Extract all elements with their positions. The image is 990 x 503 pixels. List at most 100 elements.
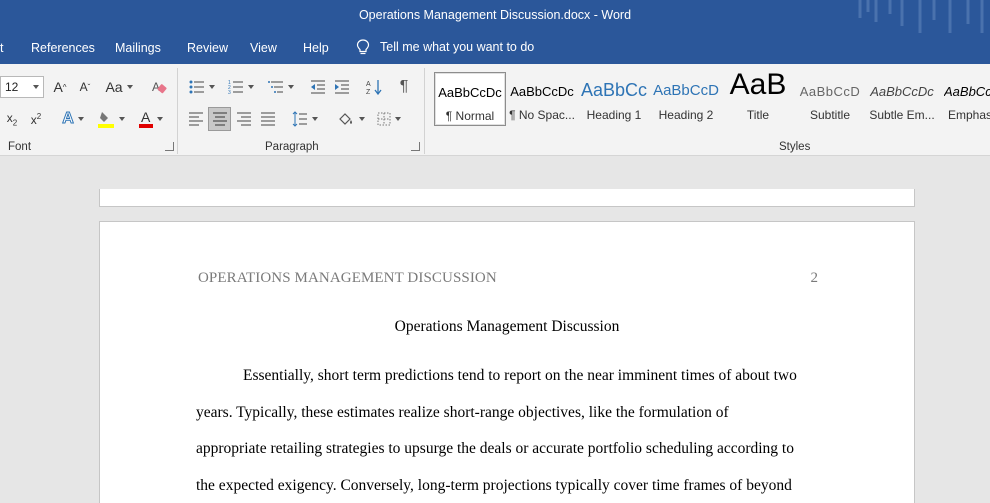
align-center-icon xyxy=(212,112,227,126)
change-case-glyph: Aa xyxy=(105,79,123,95)
group-divider xyxy=(424,68,425,154)
style-preview: AaBbCcD xyxy=(799,84,861,99)
font-color-icon: A xyxy=(139,109,153,128)
tab-references[interactable]: References xyxy=(31,41,95,55)
document-page[interactable]: OPERATIONS MANAGEMENT DISCUSSION 2 Opera… xyxy=(99,221,915,503)
sort-az-icon: A Z xyxy=(366,80,382,95)
style-preview: AaBbCcDc xyxy=(870,84,934,99)
font-group-label: Font xyxy=(8,141,32,153)
ribbon-tabs: t References Mailings Review View Help T… xyxy=(0,33,990,64)
paragraph-line: Essentially, short term predictions tend… xyxy=(243,367,797,384)
change-case-button[interactable]: Aa xyxy=(102,76,136,98)
font-size-value: 12 xyxy=(5,80,19,94)
style-name: Emphasis xyxy=(948,108,990,122)
show-formatting-button[interactable]: ¶ xyxy=(394,76,414,98)
text-effects-icon: A xyxy=(62,110,75,128)
sort-button[interactable]: A Z xyxy=(364,76,384,98)
shrink-font-button[interactable]: Aˇ xyxy=(75,76,95,98)
page-header: OPERATIONS MANAGEMENT DISCUSSION xyxy=(198,270,497,286)
decrease-indent-icon xyxy=(311,80,325,94)
superscript-icon: x2 xyxy=(30,111,42,127)
svg-text:A: A xyxy=(152,80,160,94)
document-title: Operations Management Discussion xyxy=(394,318,620,335)
tab-view[interactable]: View xyxy=(250,41,277,55)
previous-page-bottom xyxy=(99,189,915,207)
style-name: Subtitle xyxy=(809,108,851,122)
svg-text:A: A xyxy=(366,81,371,88)
numbered-list-icon: 1 2 3 xyxy=(228,80,243,94)
align-left-icon xyxy=(189,112,203,126)
highlighter-icon xyxy=(98,112,114,128)
justify-button[interactable] xyxy=(258,108,278,130)
font-color-button[interactable]: A xyxy=(134,108,168,130)
style-preview: AaBbCc xyxy=(944,84,990,99)
justify-icon xyxy=(261,112,275,126)
page-number: 2 xyxy=(810,270,819,286)
superscript-button[interactable]: x2 xyxy=(26,108,46,130)
window-title: Operations Management Discussion.docx - … xyxy=(358,8,632,22)
font-color-glyph: A xyxy=(141,109,151,125)
align-left-button[interactable] xyxy=(186,108,206,130)
align-right-button[interactable] xyxy=(234,108,254,130)
paragraph-dialog-launcher[interactable] xyxy=(411,142,420,151)
style-heading-1[interactable]: AaBbCc Heading 1 xyxy=(578,72,650,126)
style-name: Title xyxy=(746,108,770,122)
svg-text:Z: Z xyxy=(366,89,371,95)
numbering-button[interactable]: 1 2 3 xyxy=(224,76,258,98)
font-size-dropdown[interactable]: 12 xyxy=(0,76,44,98)
grow-font-button[interactable]: A ^ xyxy=(50,76,70,98)
clear-formatting-button[interactable]: A xyxy=(148,76,170,98)
title-bar: Operations Management Discussion.docx - … xyxy=(0,0,990,33)
style-no-spacing[interactable]: AaBbCcDc ¶ No Spac... xyxy=(506,72,578,126)
tell-me-search[interactable]: Tell me what you want to do xyxy=(356,39,534,55)
decrease-indent-button[interactable] xyxy=(308,76,328,98)
document-canvas[interactable]: OPERATIONS MANAGEMENT DISCUSSION 2 Opera… xyxy=(0,157,990,503)
style-preview: AaBbCcDc xyxy=(438,85,502,100)
style-name: ¶ Normal xyxy=(445,109,495,123)
style-heading-2[interactable]: AaBbCcD Heading 2 xyxy=(650,72,722,126)
bullets-button[interactable] xyxy=(186,76,218,98)
multilevel-list-button[interactable] xyxy=(264,76,298,98)
style-subtitle[interactable]: AaBbCcD Subtitle xyxy=(794,72,866,126)
tab-help[interactable]: Help xyxy=(303,41,329,55)
borders-button[interactable] xyxy=(372,108,406,130)
tab-review[interactable]: Review xyxy=(187,41,228,55)
tell-me-text: Tell me what you want to do xyxy=(380,40,535,54)
style-normal[interactable]: AaBbCcDc ¶ Normal xyxy=(434,72,506,126)
font-dialog-launcher[interactable] xyxy=(165,142,174,151)
paragraph-line: appropriate retailing strategies to upsu… xyxy=(196,440,794,457)
group-divider xyxy=(177,68,178,154)
paragraph-line: the expected exigency. Conversely, long-… xyxy=(196,477,792,494)
style-preview: AaBbCcD xyxy=(653,82,719,99)
style-subtle-emphasis[interactable]: AaBbCcDc Subtle Em... xyxy=(866,72,938,126)
title-bar-pattern xyxy=(858,0,984,33)
style-name: Heading 2 xyxy=(658,108,714,122)
subscript-button[interactable]: x2 xyxy=(2,108,22,130)
style-name: ¶ No Spac... xyxy=(509,108,575,122)
align-center-button[interactable] xyxy=(208,107,231,131)
style-preview: AaBbCcDc xyxy=(510,84,574,99)
style-title[interactable]: AaB Title xyxy=(722,68,794,126)
pilcrow-icon: ¶ xyxy=(399,78,409,95)
borders-icon xyxy=(377,112,391,126)
tab-mailings[interactable]: Mailings xyxy=(115,41,161,55)
increase-indent-button[interactable] xyxy=(332,76,352,98)
style-emphasis[interactable]: AaBbCc Emphasis xyxy=(938,72,990,126)
line-spacing-button[interactable] xyxy=(288,108,322,130)
shading-button[interactable] xyxy=(334,108,368,130)
bullet-list-icon xyxy=(189,80,204,94)
lightbulb-icon xyxy=(356,39,370,55)
increase-indent-icon xyxy=(335,80,349,94)
shrink-font-glyph: A xyxy=(79,80,88,94)
svg-text:3: 3 xyxy=(228,90,231,94)
eraser-icon: A xyxy=(152,80,167,94)
chevron-down-icon xyxy=(33,85,39,89)
highlight-color-button[interactable] xyxy=(94,108,128,130)
tab-insert-partial[interactable]: t xyxy=(0,41,3,55)
style-name: Heading 1 xyxy=(586,108,642,122)
style-preview: AaBbCc xyxy=(580,80,648,100)
style-name: Subtle Em... xyxy=(869,108,935,122)
multilevel-list-icon xyxy=(268,81,283,93)
line-spacing-icon xyxy=(292,111,307,127)
text-effects-button[interactable]: A xyxy=(56,108,90,130)
